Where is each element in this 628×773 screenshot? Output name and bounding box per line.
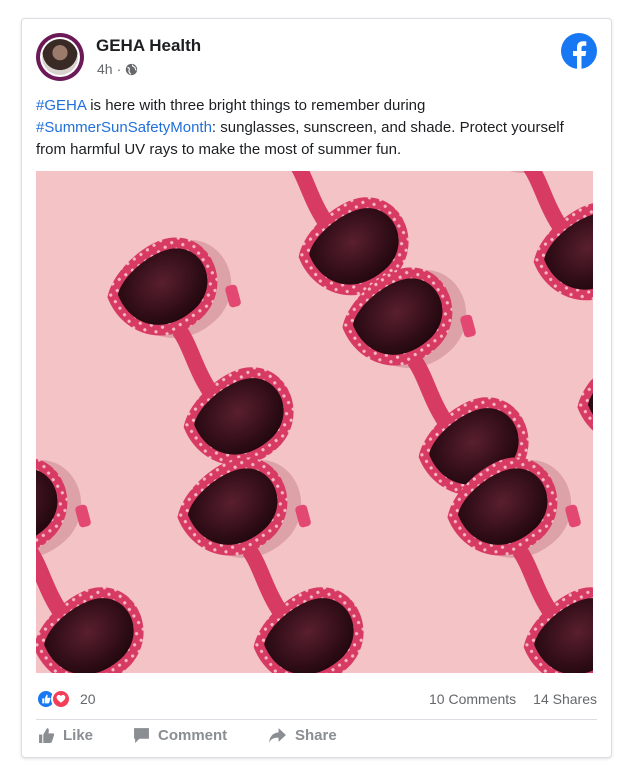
facebook-logo-icon[interactable] [561,33,597,69]
post-time[interactable]: 4h [97,61,113,77]
post-header: GEHA Health 4h · [36,33,597,83]
meta-separator: · [116,61,122,77]
hashtag-summer-sun-safety-month[interactable]: #SummerSunSafetyMonth [36,119,212,136]
hashtag-geha[interactable]: #GEHA [36,97,86,114]
post-photo[interactable] [36,171,593,673]
page-avatar[interactable] [36,33,84,81]
post-meta: 4h · [97,61,138,77]
engagement-stats: 10 Comments 14 Shares [429,691,597,707]
comment-icon [134,728,149,743]
comment-label: Comment [158,727,228,744]
page-name[interactable]: GEHA Health [96,36,201,56]
love-reaction-icon [51,689,71,709]
reaction-count[interactable]: 20 [80,691,96,707]
comments-count[interactable]: 10 Comments [429,691,516,707]
like-button[interactable]: Like [38,727,93,744]
share-icon [269,728,286,743]
post-caption: #GEHA is here with three bright things t… [36,95,596,161]
facebook-post-card: GEHA Health 4h · #GEHA is here with thre… [21,18,612,758]
share-label: Share [295,727,337,744]
actions-divider [36,719,597,720]
like-label: Like [63,727,94,744]
sunglasses-pattern-image [36,171,593,673]
reactions-bar: 20 10 Comments 14 Shares [36,688,597,710]
thumbs-up-icon [39,728,55,743]
avatar-photo [42,39,78,75]
share-button[interactable]: Share [268,727,337,744]
post-actions: Like Comment Share [36,727,597,753]
shares-count[interactable]: 14 Shares [533,691,597,707]
comment-button[interactable]: Comment [133,727,227,744]
reaction-icons[interactable] [36,689,71,709]
globe-icon [126,63,138,75]
caption-text-1: is here with three bright things to reme… [86,97,426,114]
